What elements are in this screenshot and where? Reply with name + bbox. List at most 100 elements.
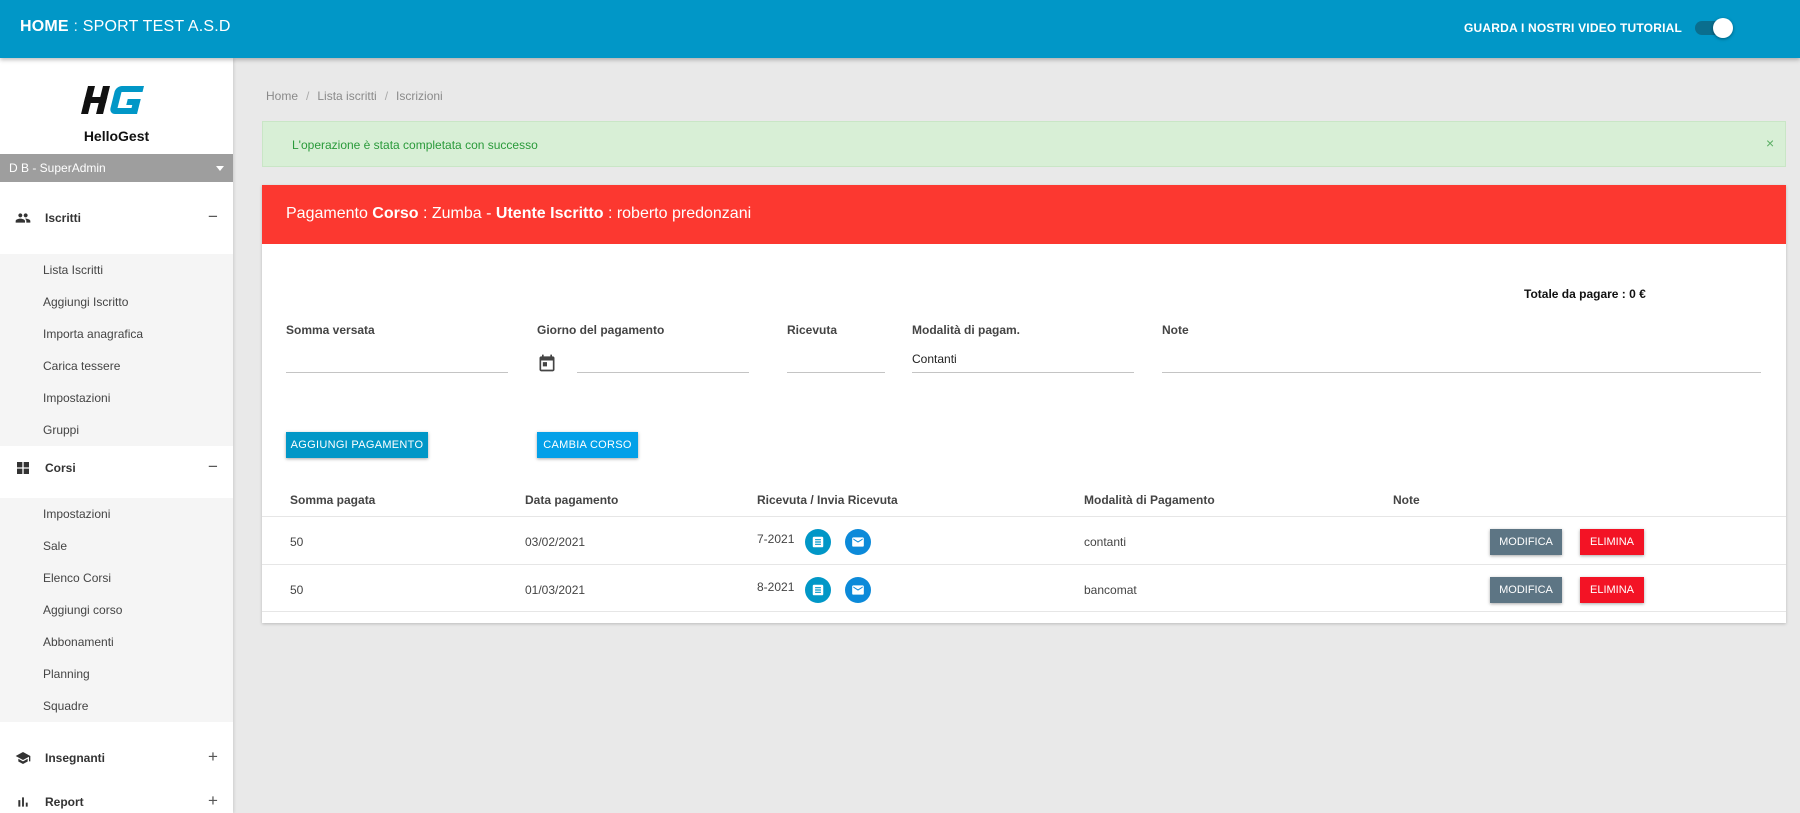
breadcrumb-lista-iscritti[interactable]: Lista iscritti	[317, 89, 376, 103]
sidebar-section-report[interactable]: Report +	[0, 780, 233, 813]
cell-payment-method: contanti	[1084, 535, 1127, 549]
dashboard-icon	[17, 462, 29, 474]
amount-field[interactable]	[286, 347, 508, 373]
delete-button[interactable]: ELIMINA	[1580, 529, 1644, 555]
send-receipt-mail-icon[interactable]	[845, 529, 871, 555]
breadcrumb-separator: /	[384, 89, 389, 103]
notes-field[interactable]	[1162, 347, 1761, 373]
header-date: Data pagamento	[525, 493, 619, 507]
change-course-button[interactable]: CAMBIA CORSO	[537, 432, 638, 458]
cell-amount: 50	[290, 583, 304, 597]
card-title: Pagamento Corso : Zumba - Utente Iscritt…	[286, 205, 751, 223]
delete-button[interactable]: ELIMINA	[1580, 577, 1644, 603]
sidebar-item-importa-anagrafica[interactable]: Importa anagrafica	[0, 318, 233, 350]
sidebar-section-corsi[interactable]: Corsi −	[0, 446, 233, 490]
sidebar-item-planning[interactable]: Planning	[0, 658, 233, 690]
organization-name: SPORT TEST A.S.D	[82, 18, 231, 35]
toggle-knob	[1713, 18, 1733, 38]
home-link[interactable]: HOME	[20, 18, 69, 35]
send-receipt-mail-icon[interactable]	[845, 577, 871, 603]
sidebar-item-sale[interactable]: Sale	[0, 530, 233, 562]
sidebar-item-lista-iscritti[interactable]: Lista Iscritti	[0, 254, 233, 286]
user-name: D B - SuperAdmin	[9, 161, 106, 175]
breadcrumb-iscrizioni: Iscrizioni	[396, 89, 443, 103]
expand-icon[interactable]: +	[208, 747, 218, 767]
payment-date-field[interactable]	[577, 347, 749, 373]
course-value: : Zumba -	[422, 205, 492, 222]
cell-date: 03/02/2021	[525, 535, 586, 549]
cell-payment-method: bancomat	[1084, 583, 1137, 597]
sidebar-item-impostazioni-corsi[interactable]: Impostazioni	[0, 498, 233, 530]
user-label: Utente Iscritto	[495, 205, 604, 222]
sidebar-item-carica-tessere[interactable]: Carica tessere	[0, 350, 233, 382]
course-label: Corso	[372, 205, 419, 222]
header-payment-method: Modalità di Pagamento	[1084, 493, 1215, 507]
bar-chart-icon	[18, 797, 28, 807]
sidebar-item-aggiungi-corso[interactable]: Aggiungi corso	[0, 594, 233, 626]
header-amount: Somma pagata	[290, 493, 376, 507]
receipt-document-icon[interactable]	[805, 529, 831, 555]
breadcrumb-home[interactable]: Home	[266, 89, 298, 103]
sidebar-section-label: Corsi	[45, 461, 76, 475]
sidebar-section-label: Report	[45, 795, 84, 809]
video-tutorial-link[interactable]: GUARDA I NOSTRI VIDEO TUTORIAL	[1464, 21, 1682, 35]
sidebar-item-squadre[interactable]: Squadre	[0, 690, 233, 722]
people-icon	[15, 213, 31, 223]
date-label: Giorno del pagamento	[537, 323, 665, 337]
user-dropdown[interactable]: D B - SuperAdmin	[0, 154, 233, 182]
iscritti-submenu: Lista Iscritti Aggiungi Iscritto Importa…	[0, 254, 233, 446]
payment-card: Pagamento Corso : Zumba - Utente Iscritt…	[262, 185, 1786, 623]
close-icon[interactable]: ×	[1766, 135, 1774, 151]
app-title: HOME : SPORT TEST A.S.D	[20, 18, 231, 36]
receipt-label: Ricevuta	[787, 323, 838, 337]
brand-name: HelloGest	[83, 128, 150, 144]
sidebar-item-elenco-corsi[interactable]: Elenco Corsi	[0, 562, 233, 594]
payment-method-label: Modalità di pagam.	[912, 323, 1021, 337]
cell-amount: 50	[290, 535, 304, 549]
edit-button[interactable]: MODIFICA	[1490, 577, 1562, 603]
notes-label: Note	[1162, 323, 1189, 337]
edit-button[interactable]: MODIFICA	[1490, 529, 1562, 555]
payment-method-select[interactable]: Contanti	[912, 347, 1134, 373]
sidebar-item-impostazioni[interactable]: Impostazioni	[0, 382, 233, 414]
collapse-icon[interactable]: −	[208, 207, 218, 227]
calendar-icon[interactable]	[537, 353, 557, 373]
hg-logo-icon	[81, 86, 145, 114]
school-icon	[15, 752, 31, 764]
alert-message: L'operazione è stata completata con succ…	[292, 138, 538, 152]
sidebar-section-iscritti[interactable]: Iscritti −	[0, 196, 233, 240]
cell-receipt: 8-2021	[757, 580, 795, 594]
sidebar-section-label: Iscritti	[45, 211, 82, 225]
sidebar-section-label: Insegnanti	[45, 751, 106, 765]
sidebar-section-insegnanti[interactable]: Insegnanti +	[0, 736, 233, 780]
receipt-document-icon[interactable]	[805, 577, 831, 603]
sidebar: HelloGest D B - SuperAdmin Iscritti − Li…	[0, 58, 233, 813]
logo: HelloGest	[0, 58, 233, 154]
cell-receipt: 7-2021	[757, 532, 795, 546]
tutorial-toggle[interactable]	[1695, 18, 1733, 38]
total-due: Totale da pagare : 0 €	[1524, 287, 1646, 301]
corsi-submenu: Impostazioni Sale Elenco Corsi Aggiungi …	[0, 498, 233, 722]
header-notes: Note	[1393, 493, 1420, 507]
success-alert: L'operazione è stata completata con succ…	[262, 121, 1786, 167]
sidebar-item-gruppi[interactable]: Gruppi	[0, 414, 233, 446]
sidebar-item-aggiungi-iscritto[interactable]: Aggiungi Iscritto	[0, 286, 233, 318]
user-value: : roberto predonzani	[607, 205, 752, 222]
expand-icon[interactable]: +	[208, 791, 218, 811]
caret-down-icon	[216, 166, 224, 171]
table-row: 50 01/03/2021 8-2021 bancomat MODIFICA E…	[262, 564, 1786, 612]
top-bar: HOME : SPORT TEST A.S.D GUARDA I NOSTRI …	[0, 0, 1800, 58]
title-separator: :	[73, 18, 79, 35]
add-payment-button[interactable]: AGGIUNGI PAGAMENTO	[286, 432, 428, 458]
breadcrumb: Home / Lista iscritti / Iscrizioni	[266, 89, 443, 103]
card-header: Pagamento Corso : Zumba - Utente Iscritt…	[262, 185, 1786, 244]
breadcrumb-separator: /	[306, 89, 310, 103]
cell-date: 01/03/2021	[525, 583, 586, 597]
sidebar-item-abbonamenti[interactable]: Abbonamenti	[0, 626, 233, 658]
amount-label: Somma versata	[286, 323, 375, 337]
header-receipt: Ricevuta / Invia Ricevuta	[757, 493, 898, 507]
receipt-field[interactable]	[787, 347, 885, 373]
table-row: 50 03/02/2021 7-2021 contanti MODIFICA E…	[262, 516, 1786, 564]
collapse-icon[interactable]: −	[208, 457, 218, 477]
title-prefix: Pagamento	[286, 205, 368, 222]
